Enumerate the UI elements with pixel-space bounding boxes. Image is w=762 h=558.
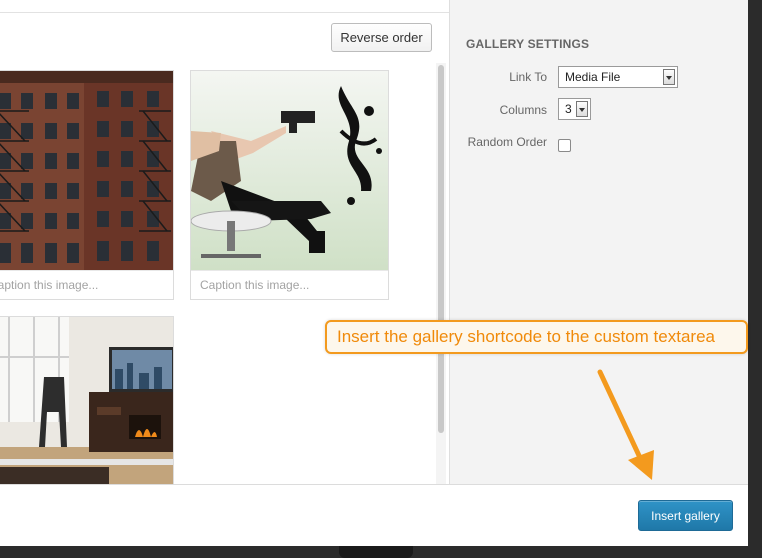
- chevron-down-icon: [576, 101, 588, 117]
- gallery-edit-area: Reverse order ption this image... Captio…: [0, 13, 449, 484]
- scrollbar-thumb[interactable]: [438, 65, 444, 433]
- random-order-checkbox[interactable]: [558, 139, 571, 152]
- caption-field[interactable]: Caption this image...: [191, 270, 388, 299]
- reverse-order-button[interactable]: Reverse order: [331, 23, 432, 52]
- annotation-arrow-icon: [597, 369, 654, 480]
- gallery-item-building[interactable]: Caption this image...: [0, 70, 174, 300]
- woman-image: [191, 71, 388, 271]
- gallery-item-woman[interactable]: Caption this image...: [190, 70, 389, 300]
- random-order-label: Random Order: [467, 135, 547, 149]
- modal-footer: Insert gallery: [0, 484, 748, 546]
- modal-top-strip: [0, 0, 450, 13]
- building-image: [0, 71, 173, 271]
- gallery-settings-title: GALLERY SETTINGS: [466, 37, 590, 51]
- living-room-image: [0, 317, 173, 484]
- insert-gallery-button[interactable]: Insert gallery: [638, 500, 733, 531]
- annotation-callout: Insert the gallery shortcode to the cust…: [325, 320, 748, 354]
- link-to-select[interactable]: Media File: [558, 66, 678, 88]
- columns-value: 3: [565, 102, 572, 116]
- columns-label: Columns: [499, 103, 547, 117]
- caption-field[interactable]: Caption this image...: [0, 270, 173, 299]
- link-to-value: Media File: [565, 70, 621, 84]
- columns-select[interactable]: 3: [558, 98, 591, 120]
- link-to-label: Link To: [509, 70, 547, 84]
- background-tab: [339, 546, 413, 558]
- chevron-down-icon: [663, 69, 675, 85]
- gallery-item-living-room[interactable]: [0, 316, 174, 484]
